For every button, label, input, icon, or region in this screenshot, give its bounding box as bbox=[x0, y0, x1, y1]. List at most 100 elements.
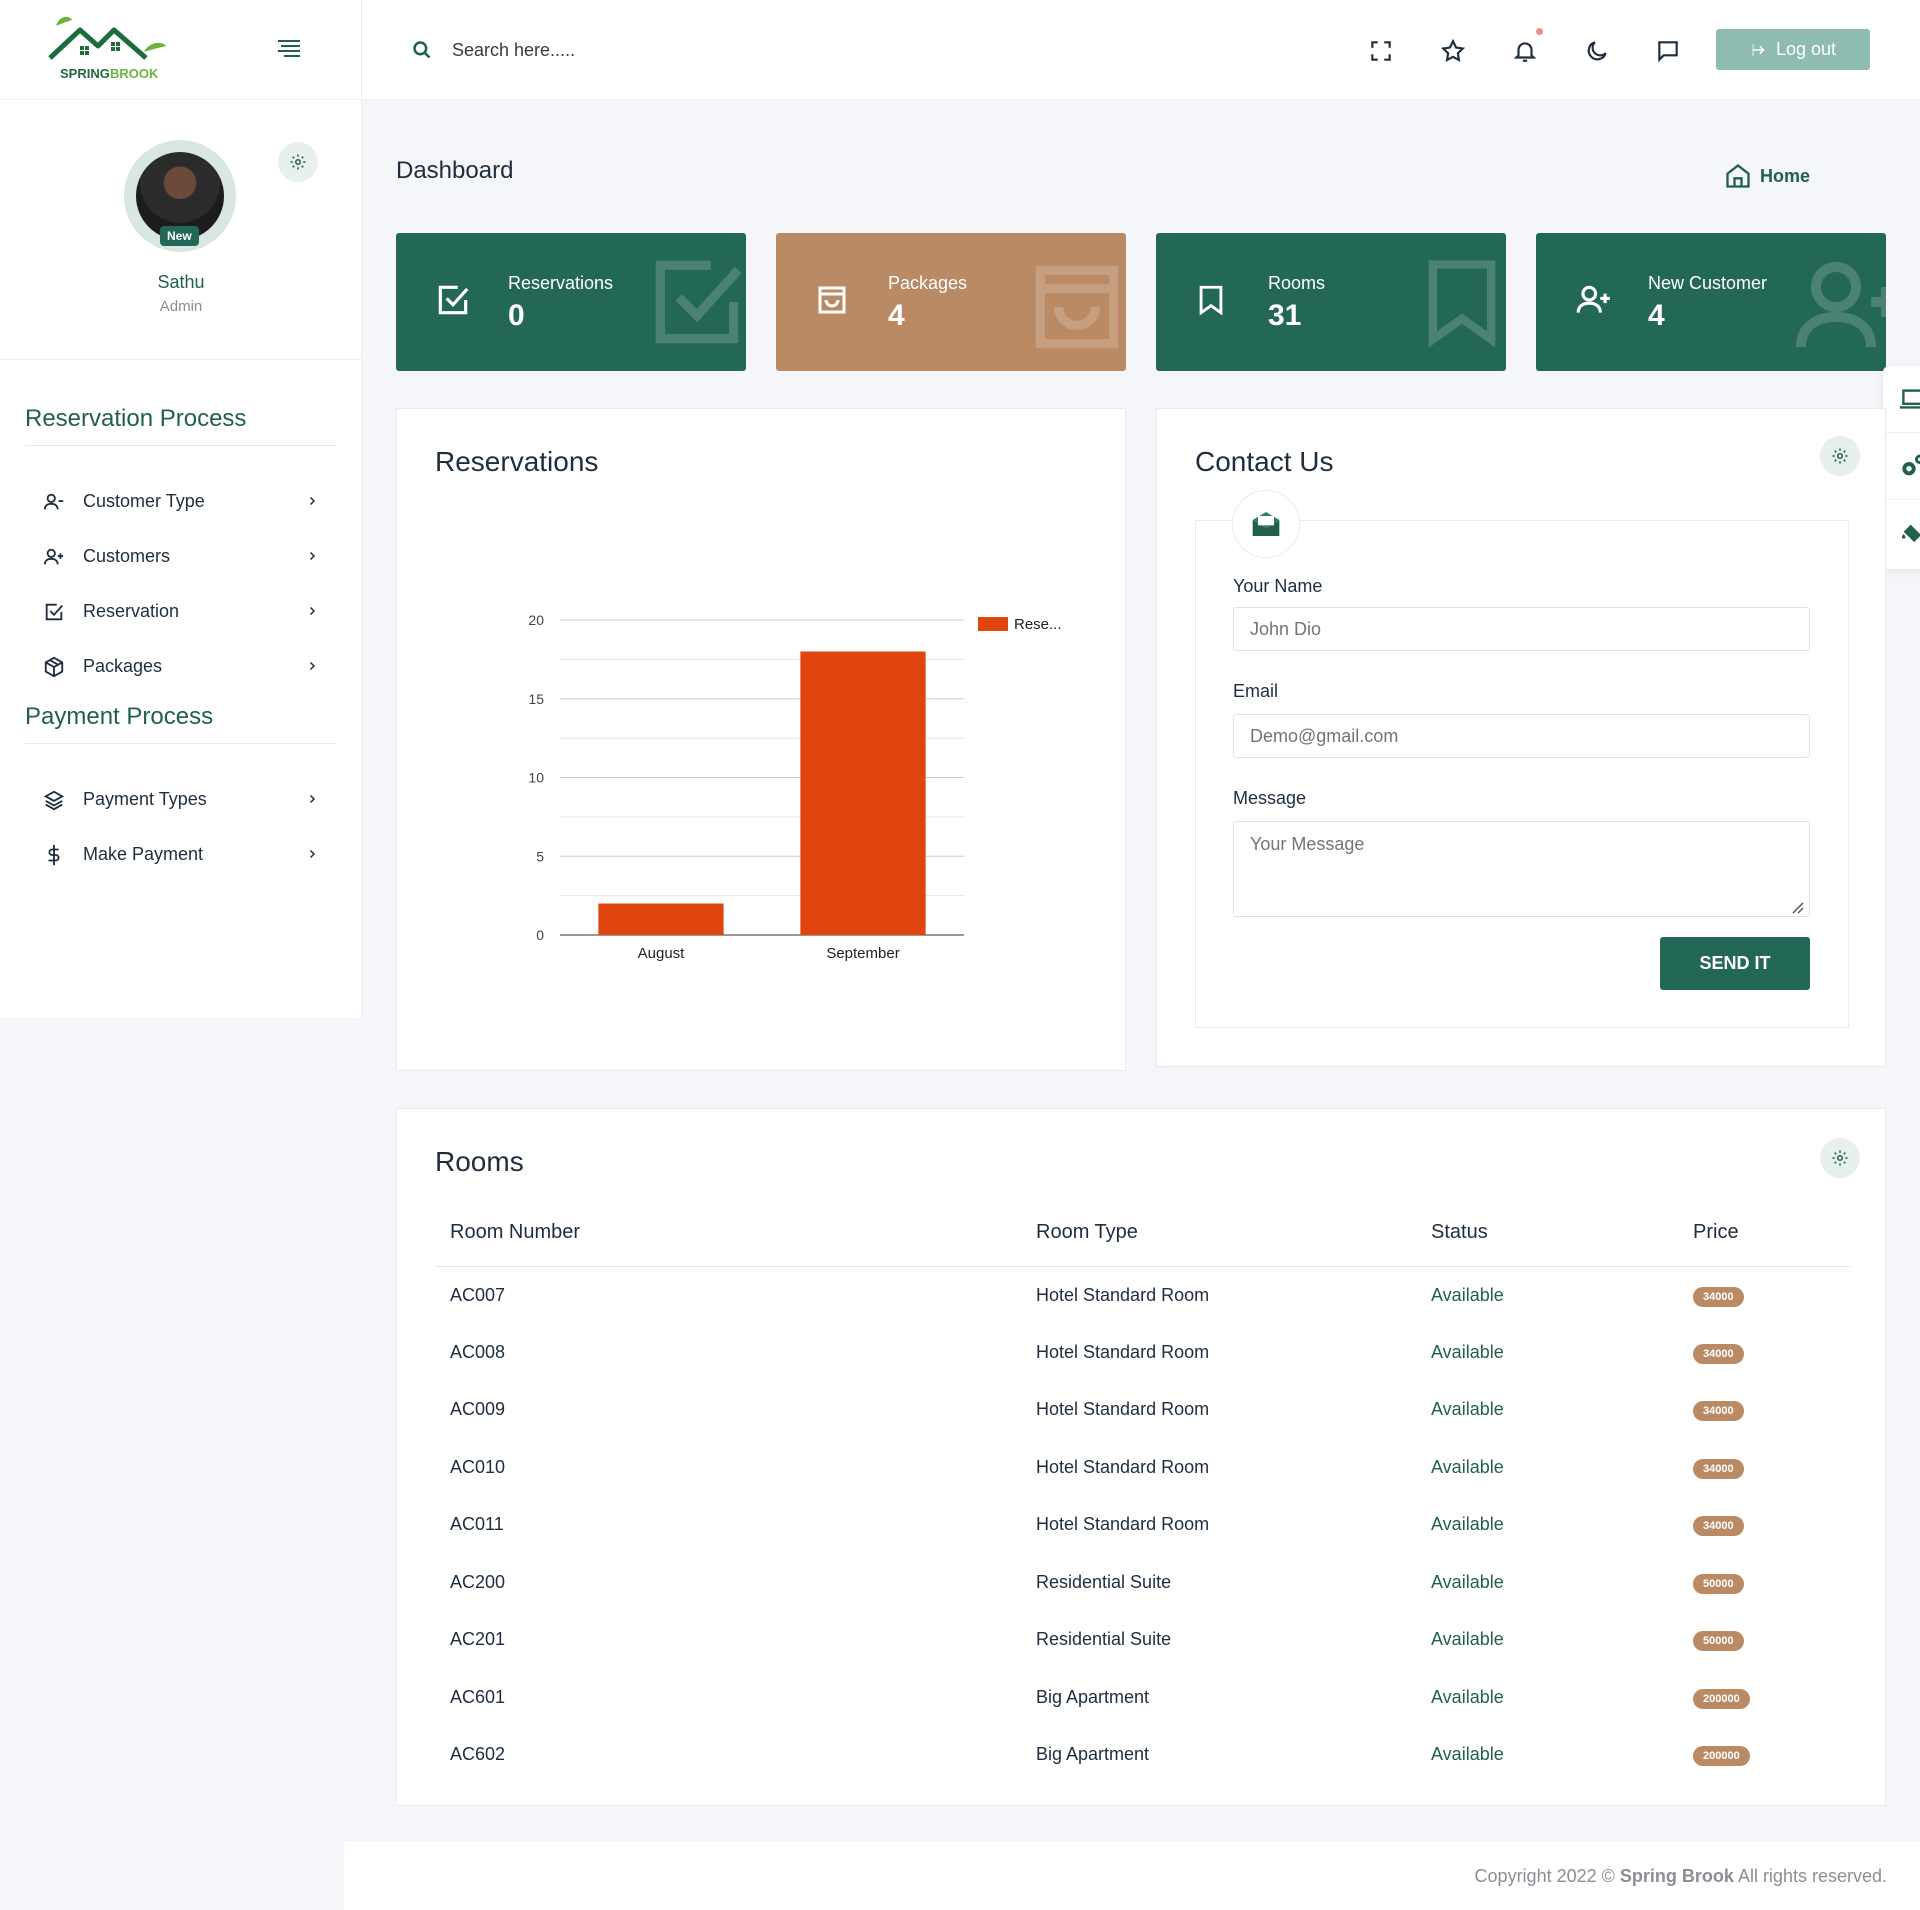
check-square-icon bbox=[438, 285, 469, 315]
reservation-process-section: Reservation Process Customer Type Custom… bbox=[0, 405, 362, 694]
sidebar-item-customers[interactable]: Customers bbox=[0, 529, 362, 584]
your-name-field[interactable] bbox=[1233, 607, 1810, 651]
logout-icon bbox=[1752, 43, 1765, 56]
floating-toolbar bbox=[1883, 366, 1920, 569]
y-tick-label: 15 bbox=[528, 691, 544, 707]
sidebar-item-label: Packages bbox=[83, 656, 163, 676]
message-icon[interactable] bbox=[1655, 38, 1681, 64]
table-row[interactable]: AC010 Hotel Standard Room Available 34000 bbox=[435, 1439, 1850, 1497]
logo-area: SPRING BROOK bbox=[0, 0, 362, 100]
message-field[interactable] bbox=[1233, 821, 1810, 917]
profile-name: Sathu bbox=[157, 272, 205, 292]
sidebar-item-packages[interactable]: Packages bbox=[0, 639, 362, 694]
search-icon[interactable] bbox=[412, 40, 432, 60]
table-header-row: Room Number Room Type Status Price bbox=[435, 1200, 1850, 1267]
bell-icon[interactable] bbox=[1512, 38, 1538, 64]
footer: Copyright 2022 © Spring Brook All rights… bbox=[344, 1842, 1920, 1910]
sidebar-item-label: Reservation bbox=[83, 601, 180, 621]
bar-august bbox=[598, 903, 724, 935]
sidebar-item-make-payment[interactable]: Make Payment bbox=[0, 827, 362, 882]
table-row[interactable]: AC007 Hotel Standard Room Available 34000 bbox=[435, 1266, 1850, 1324]
gear-icon bbox=[1832, 1150, 1848, 1166]
copyright-prefix: Copyright 2022 © bbox=[1474, 1866, 1615, 1886]
table-row[interactable]: AC200 Residential Suite Available 50000 bbox=[435, 1554, 1850, 1612]
stat-card-rooms[interactable]: Rooms 31 bbox=[1156, 233, 1506, 371]
chevron-right-icon bbox=[309, 551, 316, 561]
price-badge: 50000 bbox=[1693, 1573, 1744, 1594]
layers-icon bbox=[43, 790, 65, 810]
table-row[interactable]: AC201 Residential Suite Available 50000 bbox=[435, 1611, 1850, 1669]
layout-tool[interactable] bbox=[1883, 366, 1920, 433]
bar-september bbox=[800, 651, 926, 935]
stat-card-packages[interactable]: Packages 4 bbox=[776, 233, 1126, 371]
room-number-cell: AC601 bbox=[450, 1686, 506, 1707]
price-cell: 200000 bbox=[1678, 1669, 1850, 1727]
copyright-brand[interactable]: Spring Brook bbox=[1620, 1866, 1734, 1886]
sidebar-item-customer-type[interactable]: Customer Type bbox=[0, 474, 362, 529]
profile-card: New Sathu Admin bbox=[0, 100, 361, 360]
user-plus-icon bbox=[1796, 262, 1886, 348]
user-plus-icon bbox=[43, 548, 64, 564]
search-input[interactable] bbox=[452, 34, 752, 66]
breadcrumb-home[interactable]: Home bbox=[1724, 162, 1810, 190]
envelope-icon bbox=[1252, 512, 1280, 536]
user-plus-icon bbox=[1576, 285, 1610, 313]
price-cell: 200000 bbox=[1678, 1726, 1850, 1784]
room-number-cell: AC010 bbox=[450, 1456, 506, 1477]
gear-icon bbox=[1832, 448, 1848, 464]
chevron-right-icon bbox=[309, 606, 316, 616]
star-icon[interactable] bbox=[1440, 38, 1466, 64]
status-cell: Available bbox=[1431, 1744, 1504, 1765]
profile-settings-button[interactable] bbox=[278, 142, 318, 182]
stat-value: 0 bbox=[508, 299, 525, 332]
notification-dot bbox=[1536, 28, 1543, 35]
sidebar-item-reservation[interactable]: Reservation bbox=[0, 584, 362, 639]
section-title: Payment Process bbox=[25, 703, 337, 744]
settings-tool[interactable] bbox=[1883, 433, 1920, 500]
stat-card-reservations[interactable]: Reservations 0 bbox=[396, 233, 746, 371]
x-tick-label: September bbox=[826, 945, 899, 962]
stat-value: 31 bbox=[1268, 299, 1302, 332]
package-icon bbox=[44, 656, 64, 677]
send-button[interactable]: SEND IT bbox=[1660, 937, 1810, 990]
section-title: Reservation Process bbox=[25, 405, 337, 446]
gears-icon bbox=[1902, 454, 1920, 476]
contact-settings-button[interactable] bbox=[1820, 436, 1860, 476]
y-tick-label: 20 bbox=[528, 612, 544, 628]
bookmark-icon bbox=[1428, 260, 1496, 348]
paint-bucket-icon bbox=[1901, 524, 1920, 542]
copyright-suffix: All rights reserved. bbox=[1737, 1866, 1887, 1886]
column-header-room-type[interactable]: Room Type bbox=[1021, 1200, 1416, 1267]
email-label: Email bbox=[1233, 681, 1279, 701]
y-tick-label: 10 bbox=[528, 770, 544, 786]
resize-handle-icon[interactable] bbox=[1788, 898, 1804, 914]
column-header-price[interactable]: Price bbox=[1678, 1200, 1850, 1267]
moon-icon[interactable] bbox=[1584, 38, 1610, 64]
top-bar: Log out bbox=[362, 0, 1920, 100]
table-row[interactable]: AC009 Hotel Standard Room Available 34000 bbox=[435, 1381, 1850, 1439]
fullscreen-icon[interactable] bbox=[1368, 38, 1394, 64]
room-type-cell: Hotel Standard Room bbox=[1036, 1514, 1210, 1535]
column-header-status[interactable]: Status bbox=[1416, 1200, 1678, 1267]
email-field[interactable] bbox=[1233, 714, 1810, 758]
column-header-room-number[interactable]: Room Number bbox=[435, 1200, 1021, 1267]
sidebar-item-payment-types[interactable]: Payment Types bbox=[0, 772, 362, 827]
rooms-settings-button[interactable] bbox=[1820, 1138, 1860, 1178]
stat-label: New Customer bbox=[1648, 273, 1768, 293]
bookmark-icon bbox=[1199, 285, 1223, 316]
room-number-cell: AC201 bbox=[450, 1629, 506, 1650]
payment-process-section: Payment Process Payment Types Make Payme… bbox=[0, 703, 362, 882]
menu-toggle-icon[interactable] bbox=[278, 40, 300, 60]
table-row[interactable]: AC601 Big Apartment Available 200000 bbox=[435, 1669, 1850, 1727]
status-cell: Available bbox=[1431, 1571, 1504, 1592]
paint-tool[interactable] bbox=[1883, 500, 1920, 567]
table-row[interactable]: AC008 Hotel Standard Room Available 34000 bbox=[435, 1324, 1850, 1382]
stat-card-new-customer[interactable]: New Customer 4 bbox=[1536, 233, 1886, 371]
avatar[interactable]: New bbox=[124, 140, 236, 252]
sidebar-item-label: Make Payment bbox=[83, 844, 204, 864]
logout-button[interactable]: Log out bbox=[1716, 29, 1870, 70]
dollar-icon bbox=[48, 844, 60, 865]
table-row[interactable]: AC602 Big Apartment Available 200000 bbox=[435, 1726, 1850, 1784]
price-cell: 50000 bbox=[1678, 1611, 1850, 1669]
table-row[interactable]: AC011 Hotel Standard Room Available 34000 bbox=[435, 1496, 1850, 1554]
